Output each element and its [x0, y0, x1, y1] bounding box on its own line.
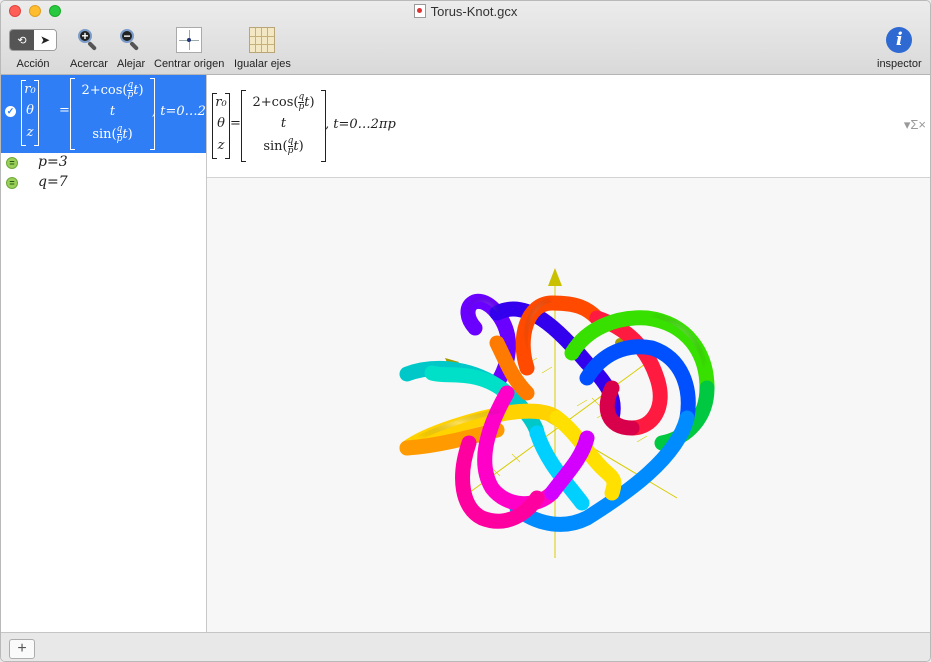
formula-lhs-z: z: [217, 138, 225, 153]
torus-knot-curve: [399, 293, 715, 532]
param-p-text: p=3: [38, 154, 68, 170]
formula-range: , t=0…2πp: [325, 117, 396, 132]
graph-area: r₀ θ z = 2+cos(q p t) t sin(q p t) , t=0…2πp…: [207, 75, 931, 632]
rhs-row-3: sin(q p t): [92, 124, 133, 144]
formula-lhs-vector: r₀ θ z: [212, 93, 230, 159]
inspector-button[interactable]: i inspector: [877, 25, 922, 70]
rhs-row-1: 2+cos(q p t): [81, 80, 144, 100]
zoom-in-button[interactable]: + Acercar: [70, 25, 108, 70]
param-q-text: q=7: [38, 174, 68, 190]
zoom-in-icon: +: [77, 28, 101, 52]
torus-knot-plot[interactable]: [207, 178, 931, 632]
window-title-text: Torus-Knot.gcx: [430, 4, 518, 19]
center-origin-label: Centrar origen: [154, 58, 225, 70]
lhs-theta: θ: [26, 103, 34, 118]
formula-equals: =: [230, 116, 241, 131]
app-window: Torus-Knot.gcx ⟲ ➤ Acción + Acercar − Al…: [0, 0, 931, 662]
sigma-menu-button[interactable]: ▾Σ×: [904, 117, 926, 133]
zoom-in-label: Acercar: [70, 58, 108, 70]
expression-row-selected[interactable]: ✓ r₀ θ z = 2+cos(q p t) t sin(q p t) , t=0…2: [1, 75, 206, 153]
param-row-p[interactable]: = p=3: [1, 153, 206, 173]
lhs-vector: r₀ θ z: [21, 80, 39, 146]
lhs-z: z: [26, 125, 34, 140]
check-icon[interactable]: ✓: [5, 106, 16, 117]
lhs-r0: r₀: [24, 82, 36, 97]
equal-axes-button[interactable]: Igualar ejes: [234, 25, 291, 70]
center-origin-button[interactable]: Centrar origen: [154, 25, 224, 70]
zoom-out-icon: −: [119, 28, 143, 52]
expression-list[interactable]: ✓ r₀ θ z = 2+cos(q p t) t sin(q p t) , t=0…2: [1, 75, 207, 632]
cursor-icon[interactable]: ➤: [34, 30, 56, 50]
formula-lhs-theta: θ: [217, 116, 225, 131]
window-title: Torus-Knot.gcx: [1, 4, 930, 19]
zoom-out-label: Alejar: [117, 58, 146, 70]
title-toolbar: Torus-Knot.gcx ⟲ ➤ Acción + Acercar − Al…: [1, 1, 930, 75]
formula-lhs-r0: r₀: [215, 95, 227, 110]
center-origin-icon: [176, 27, 203, 53]
equals-sign: =: [59, 103, 70, 118]
formula-rhs-row-1: 2+cos(q p t): [252, 92, 315, 112]
equal-axes-label: Igualar ejes: [234, 58, 291, 70]
rotate-icon[interactable]: ⟲: [10, 30, 34, 50]
rhs-vector: 2+cos(q p t) t sin(q p t): [70, 78, 155, 150]
param-row-q[interactable]: = q=7: [1, 173, 206, 193]
document-icon: [413, 4, 426, 18]
bottom-bar: +: [1, 632, 930, 661]
action-tool[interactable]: ⟲ ➤ Acción: [9, 25, 57, 70]
formula-rhs-row-2: t: [280, 116, 287, 131]
range-text: , t=0…2: [152, 104, 206, 119]
formula-editor[interactable]: r₀ θ z = 2+cos(q p t) t sin(q p t) , t=0…2πp…: [207, 75, 930, 178]
z-axis-arrow: [548, 268, 562, 286]
plus-icon: +: [17, 640, 27, 657]
rhs-row-2: t: [109, 104, 116, 119]
action-segmented-control[interactable]: ⟲ ➤: [9, 29, 57, 51]
formula-rhs-row-3: sin(q p t): [263, 136, 304, 156]
info-icon: i: [886, 27, 913, 53]
equation-icon[interactable]: =: [6, 157, 18, 169]
equal-axes-icon: [249, 27, 276, 53]
inspector-label: inspector: [877, 58, 922, 70]
equation-icon[interactable]: =: [6, 177, 18, 189]
zoom-out-button[interactable]: − Alejar: [117, 25, 145, 70]
formula-rhs-vector: 2+cos(q p t) t sin(q p t): [241, 90, 326, 162]
3d-plot-view[interactable]: [207, 178, 931, 632]
add-expression-button[interactable]: +: [9, 639, 35, 659]
action-label: Acción: [16, 58, 50, 70]
